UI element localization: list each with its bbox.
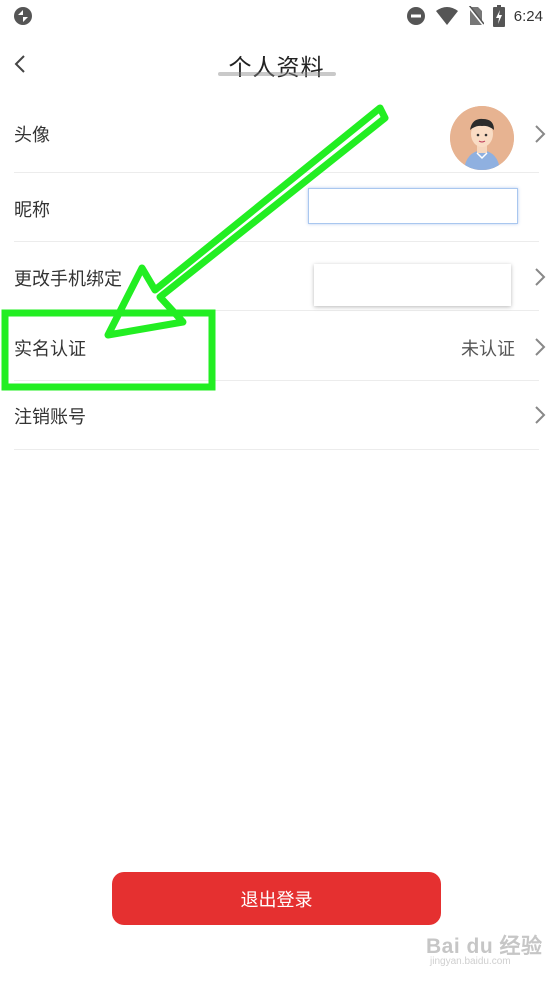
avatar[interactable] xyxy=(450,106,514,170)
row-real-name-verification[interactable]: 实名认证 未认证 xyxy=(14,311,546,381)
chevron-right-icon xyxy=(535,268,546,286)
header: 个人资料 xyxy=(0,36,553,92)
row-label-nickname: 昵称 xyxy=(14,200,50,221)
page-title: 个人资料 xyxy=(228,55,325,81)
row-avatar[interactable]: 头像 xyxy=(14,96,546,173)
row-cancel-account[interactable]: 注销账号 xyxy=(14,381,546,450)
chevron-right-icon xyxy=(535,125,546,143)
battery-charging-icon xyxy=(492,5,505,27)
do-not-disturb-icon xyxy=(406,7,425,25)
row-label-cancel-account: 注销账号 xyxy=(14,407,86,428)
chevron-right-icon xyxy=(535,406,546,424)
row-label-real-name: 实名认证 xyxy=(14,339,86,360)
row-label-avatar: 头像 xyxy=(14,125,50,146)
no-sim-icon xyxy=(467,6,484,26)
avatar-illustration xyxy=(450,106,514,170)
phone-number-redacted xyxy=(314,264,511,306)
app-logo-icon xyxy=(14,7,32,25)
status-bar: 6:24 xyxy=(0,0,553,32)
row-label-phone-binding: 更改手机绑定 xyxy=(14,269,122,290)
watermark-url: jingyan.baidu.com xyxy=(430,956,511,967)
row-nickname: 昵称 xyxy=(14,173,539,242)
title-underline xyxy=(218,72,336,76)
clock: 6:24 xyxy=(513,7,543,25)
verification-status: 未认证 xyxy=(461,339,515,360)
status-icons: 6:24 xyxy=(406,5,543,27)
row-phone-binding[interactable]: 更改手机绑定 xyxy=(14,242,546,311)
chevron-right-icon xyxy=(535,338,546,356)
nickname-input[interactable] xyxy=(308,188,518,224)
wifi-icon xyxy=(435,7,458,25)
logout-button[interactable]: 退出登录 xyxy=(112,872,441,925)
